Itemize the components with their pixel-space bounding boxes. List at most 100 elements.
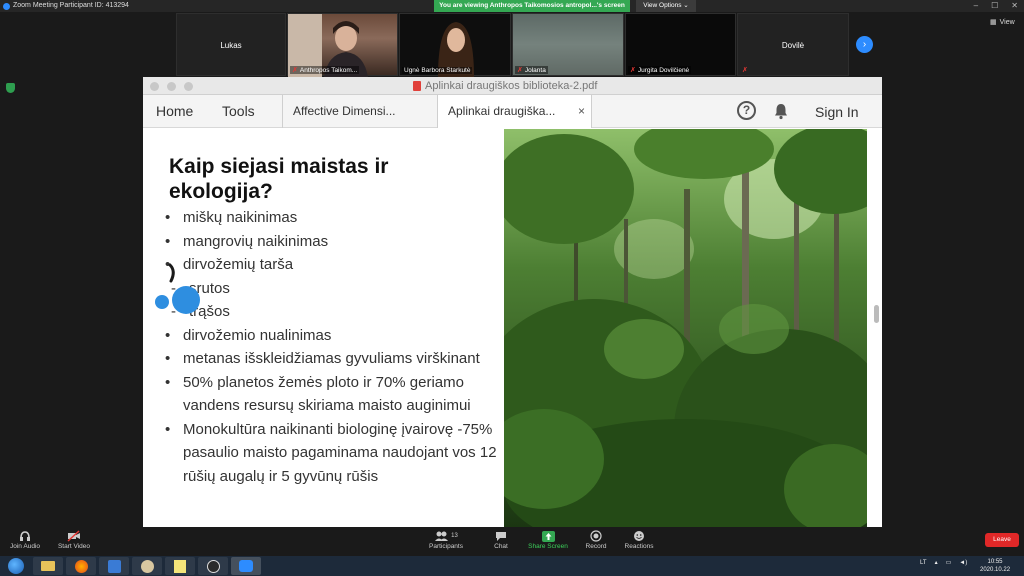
participant-tile[interactable]: ✗ Anthropos Taikom... <box>287 13 398 77</box>
share-screen-label: Share Screen <box>528 543 568 550</box>
pdf-toolbar: Home Tools Affective Dimensi... Aplinkai… <box>143 95 882 128</box>
share-screen-icon <box>528 529 568 543</box>
shared-screen-pdf-viewer: Aplinkai draugiškos biblioteka-2.pdf Hom… <box>143 77 882 527</box>
view-layout-label: View <box>999 18 1015 26</box>
nav-home[interactable]: Home <box>156 103 193 119</box>
volume-icon[interactable]: ◄) <box>959 560 967 566</box>
view-options-button[interactable]: View Options ⌄ <box>636 0 696 12</box>
bullet-marker: • <box>165 209 171 226</box>
chat-label: Chat <box>494 543 508 550</box>
bullet-text: metanas išskleidžiamas gyvuliams virškin… <box>183 350 480 367</box>
bullet-marker: • <box>165 232 171 250</box>
firefox-icon <box>74 559 88 573</box>
participant-tile[interactable]: ✗ Jurgita Dovilčienė <box>625 13 736 76</box>
close-window-button[interactable] <box>150 82 159 91</box>
maximize-button[interactable]: ☐ <box>991 0 998 12</box>
mic-muted-icon: ✗ <box>630 67 636 74</box>
windows-start-button[interactable] <box>8 558 24 574</box>
clock-time: 10:55 <box>987 559 1003 565</box>
tray-expand-icon[interactable]: ▴ <box>935 559 938 566</box>
taskbar-app-explorer[interactable] <box>33 557 63 575</box>
bullet-marker: • <box>165 373 171 391</box>
taskbar-app-paint[interactable] <box>132 557 162 575</box>
mic-muted-icon: ✗ <box>742 67 748 74</box>
tab-aplinkai-draugiska[interactable]: Aplinkai draugiška... × <box>437 95 592 128</box>
participant-name: Dovilė <box>781 41 805 50</box>
sign-in-button[interactable]: Sign In <box>815 104 859 120</box>
tab-label: Aplinkai draugiška... <box>448 104 556 118</box>
minimize-button[interactable]: – <box>974 0 978 12</box>
participants-icon: 13 <box>425 529 467 543</box>
bullet-text: mangrovių naikinimas <box>183 232 329 250</box>
bullet-text: dirvožemių tarša <box>183 256 294 273</box>
join-audio-label: Join Audio <box>10 543 40 550</box>
zoom-logo-icon <box>3 2 10 10</box>
bullet-marker: • <box>165 420 171 438</box>
system-clock[interactable]: 10:55 2020.10.22 <box>980 558 1010 574</box>
mic-muted-icon: ✗ <box>292 67 298 74</box>
close-button[interactable]: ✕ <box>1011 0 1018 12</box>
bullet-marker: • <box>165 350 171 367</box>
participant-caption: ✗ Jolanta <box>515 66 548 74</box>
close-tab-icon[interactable]: × <box>578 104 585 118</box>
pdf-file-icon <box>413 81 421 91</box>
zoom-title-bar: Zoom Meeting Participant ID: 413294 You … <box>0 0 1024 12</box>
taskbar-app-obs[interactable] <box>198 557 228 575</box>
participant-name: Ugnė Barbora Starkutė <box>404 67 471 74</box>
participant-caption: ✗ Anthropos Taikom... <box>290 66 360 74</box>
participant-name: Lukas <box>220 41 242 50</box>
bell-icon[interactable] <box>772 102 790 120</box>
windows-taskbar: LT ▴ ▭ ◄) 10:55 2020.10.22 <box>0 556 1024 576</box>
window-controls: – ☐ ✕ <box>974 0 1018 12</box>
participant-name: Anthropos Taikom... <box>299 66 358 74</box>
network-icon[interactable]: ▭ <box>946 559 952 566</box>
start-video-button[interactable]: Start Video <box>55 529 93 550</box>
taskbar-app-media[interactable] <box>99 557 129 575</box>
reactions-button[interactable]: Reactions <box>623 529 655 550</box>
participant-tile[interactable]: Ugnė Barbora Starkutė <box>399 13 511 77</box>
taskbar-app-zoom[interactable] <box>231 557 261 575</box>
participants-button[interactable]: 13 Participants <box>425 529 467 550</box>
pdf-scrollbar[interactable] <box>874 305 879 323</box>
taskbar-app-firefox[interactable] <box>66 557 96 575</box>
record-button[interactable]: Record <box>583 529 609 550</box>
join-audio-button[interactable]: Join Audio <box>6 529 44 550</box>
viewing-screen-banner: You are viewing Anthropos Taikomosios an… <box>434 0 630 12</box>
bullet-item: • metanas išskleidžiamas gyvuliams virški… <box>165 347 505 371</box>
nav-tools[interactable]: Tools <box>222 103 255 119</box>
bullet-item: - trąšos <box>165 300 505 324</box>
tab-affective-dimensions[interactable]: Affective Dimensi... <box>282 95 438 128</box>
minimize-window-button[interactable] <box>167 82 176 91</box>
obs-icon <box>206 559 220 573</box>
participant-tile[interactable]: Lukas <box>176 13 286 76</box>
next-participants-button[interactable]: › <box>856 36 873 53</box>
system-tray: LT ▴ ▭ ◄) <box>920 559 967 567</box>
leave-meeting-button[interactable]: Leave <box>985 533 1019 547</box>
reactions-label: Reactions <box>624 543 654 550</box>
encryption-shield-icon[interactable] <box>6 83 15 93</box>
help-icon[interactable]: ? <box>737 101 756 120</box>
start-video-label: Start Video <box>57 543 91 550</box>
share-screen-button[interactable]: Share Screen <box>528 529 568 550</box>
pdf-window-title-bar: Aplinkai draugiškos biblioteka-2.pdf <box>143 77 882 95</box>
zoom-window-button[interactable] <box>184 82 193 91</box>
headphones-icon <box>6 529 44 543</box>
bullet-text: dirvožemio nualinimas <box>183 326 332 344</box>
participant-tile[interactable]: Dovilė ✗ <box>737 13 849 76</box>
participants-count: 13 <box>451 533 458 539</box>
view-options-label: View Options <box>643 2 682 9</box>
chat-icon <box>489 529 513 543</box>
taskbar-app-notes[interactable] <box>165 557 195 575</box>
meeting-controls-bar: Join Audio Start Video 13 Participants C… <box>0 527 1024 557</box>
pdf-slide-page: Kaip siejasi maistas ir ekologija? • mišk… <box>143 129 882 527</box>
chat-button[interactable]: Chat <box>489 529 513 550</box>
bullet-text: trąšos <box>189 303 230 320</box>
bullet-text: srutos <box>189 279 230 297</box>
bullet-text: 50% planetos žemės ploto ir 70% geriamo … <box>183 373 471 415</box>
language-indicator[interactable]: LT <box>920 560 927 566</box>
participant-name: Jolanta <box>524 66 546 74</box>
participant-tile[interactable]: ✗ Jolanta <box>512 13 624 76</box>
notes-icon <box>174 559 186 573</box>
view-layout-button[interactable]: ▦ View <box>990 16 1020 28</box>
grid-icon: ▦ <box>990 19 997 26</box>
